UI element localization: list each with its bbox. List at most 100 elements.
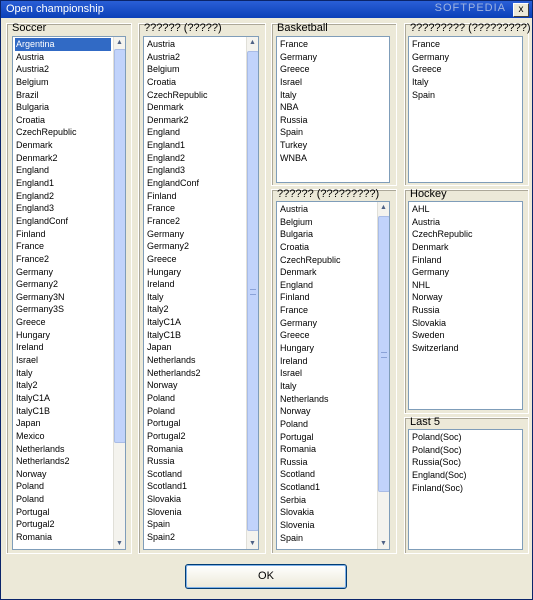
list-item[interactable]: Hungary [15, 329, 125, 342]
list-item[interactable]: Germany [146, 228, 258, 241]
list-item[interactable]: Poland [146, 405, 258, 418]
list-item[interactable]: Austria [279, 203, 389, 216]
list-item[interactable]: AHL [411, 203, 522, 216]
list-item[interactable]: France2 [15, 253, 125, 266]
soccer-scrollbar[interactable]: ▲ ▼ [113, 37, 125, 549]
scroll-thumb[interactable] [114, 49, 125, 443]
list-item[interactable]: Austria2 [15, 63, 125, 76]
list-item[interactable]: Israel [279, 76, 389, 89]
list-item[interactable]: Romania [279, 443, 389, 456]
list-item[interactable]: Finland [279, 291, 389, 304]
list-item[interactable]: Italy [15, 367, 125, 380]
list-item[interactable]: Russia [279, 114, 389, 127]
list-item[interactable]: Finland [15, 228, 125, 241]
list-item[interactable]: Ireland [15, 341, 125, 354]
list-item[interactable]: Denmark [411, 241, 522, 254]
list-item[interactable]: England [15, 164, 125, 177]
list-item[interactable]: Ireland [279, 355, 389, 368]
list-item[interactable]: Austria [146, 38, 258, 51]
list-item[interactable]: Spain2 [146, 531, 258, 544]
list-item[interactable]: Austria2 [146, 51, 258, 64]
list-item[interactable]: Spain [411, 89, 522, 102]
list-item[interactable]: Sweden [411, 329, 522, 342]
list-item[interactable]: Croatia [15, 114, 125, 127]
list-item[interactable]: Greece [146, 253, 258, 266]
list-item[interactable]: Germany3N [15, 291, 125, 304]
list-item[interactable]: Russia [146, 455, 258, 468]
list-item[interactable]: Hungary [279, 342, 389, 355]
list-item[interactable]: Italy [411, 76, 522, 89]
list-item[interactable]: Greece [411, 63, 522, 76]
list-item[interactable]: Japan [146, 341, 258, 354]
list-item[interactable]: Greece [279, 329, 389, 342]
list-item[interactable]: EnglandConf [15, 215, 125, 228]
list-item[interactable]: Denmark2 [146, 114, 258, 127]
list-item[interactable]: England(Soc) [411, 469, 522, 482]
list-item[interactable]: ItalyC1A [146, 316, 258, 329]
list-item[interactable]: Poland [15, 480, 125, 493]
list-item[interactable]: Italy [279, 380, 389, 393]
list-item[interactable]: Scotland1 [279, 481, 389, 494]
list-item[interactable]: England3 [146, 164, 258, 177]
list-item[interactable]: Portugal2 [15, 518, 125, 531]
list-item[interactable]: Scotland1 [146, 480, 258, 493]
list-item[interactable]: Croatia [279, 241, 389, 254]
list-item[interactable]: Bulgaria [279, 228, 389, 241]
list-item[interactable]: England2 [146, 152, 258, 165]
list-item[interactable]: Denmark [146, 101, 258, 114]
list-item[interactable]: Portugal [279, 431, 389, 444]
list-item[interactable]: England [279, 279, 389, 292]
list-item[interactable]: Netherlands2 [15, 455, 125, 468]
list-item[interactable]: Israel [15, 354, 125, 367]
list-item[interactable]: Israel [279, 367, 389, 380]
list-item[interactable]: Germany [411, 266, 522, 279]
list-item[interactable]: England1 [15, 177, 125, 190]
list-item[interactable]: NBA [279, 101, 389, 114]
col5-list[interactable]: Austria Belgium Bulgaria Croatia CzechRepubl… [276, 201, 390, 550]
list-item[interactable]: France [279, 304, 389, 317]
list-item[interactable]: Norway [146, 379, 258, 392]
list-item[interactable]: Russia [279, 456, 389, 469]
scroll-down-arrow-icon[interactable]: ▼ [247, 538, 258, 549]
list-item[interactable]: Finland(Soc) [411, 482, 522, 495]
list-item[interactable]: Slovenia [146, 506, 258, 519]
list-item[interactable]: Austria [411, 216, 522, 229]
list-item[interactable]: Slovakia [411, 317, 522, 330]
list-item[interactable]: ItalyC1B [146, 329, 258, 342]
list-item[interactable]: Denmark [15, 139, 125, 152]
list-item[interactable]: Brazil [15, 89, 125, 102]
list-item[interactable]: Norway [411, 291, 522, 304]
list-item[interactable]: Portugal [15, 506, 125, 519]
list-item[interactable]: Norway [15, 468, 125, 481]
list-item[interactable]: Poland [146, 392, 258, 405]
list-item[interactable]: Poland [15, 493, 125, 506]
basketball-list[interactable]: France Germany Greece Israel Italy NBA Russia S… [276, 36, 390, 183]
list-item[interactable]: CzechRepublic [279, 254, 389, 267]
list-item[interactable]: Denmark2 [15, 152, 125, 165]
list-item[interactable]: Argentina [15, 38, 111, 51]
list-item[interactable]: Poland [279, 418, 389, 431]
list-item[interactable]: Mexico [15, 430, 125, 443]
list-item[interactable]: France [15, 240, 125, 253]
list-item[interactable]: Japan [15, 417, 125, 430]
list-item[interactable]: Spain [279, 126, 389, 139]
list-item[interactable]: Portugal [146, 417, 258, 430]
col5-scrollbar[interactable]: ▲ ▼ [377, 202, 389, 549]
list-item[interactable]: France2 [146, 215, 258, 228]
scroll-thumb[interactable] [247, 51, 258, 531]
list-item[interactable]: Norway [279, 405, 389, 418]
list-item[interactable]: Finland [411, 254, 522, 267]
list-item[interactable]: Germany [411, 51, 522, 64]
scroll-up-arrow-icon[interactable]: ▲ [378, 202, 389, 213]
list-item[interactable]: Portugal2 [146, 430, 258, 443]
scroll-thumb[interactable] [378, 216, 389, 492]
list-item[interactable]: Italy [279, 89, 389, 102]
list-item[interactable]: Germany2 [15, 278, 125, 291]
list-item[interactable]: WNBA [279, 152, 389, 165]
list-item[interactable]: Belgium [15, 76, 125, 89]
list-item[interactable]: CzechRepublic [411, 228, 522, 241]
scroll-down-arrow-icon[interactable]: ▼ [378, 538, 389, 549]
list-item[interactable]: Germany [15, 266, 125, 279]
list-item[interactable]: Slovenia [279, 519, 389, 532]
list-item[interactable]: Germany2 [146, 240, 258, 253]
